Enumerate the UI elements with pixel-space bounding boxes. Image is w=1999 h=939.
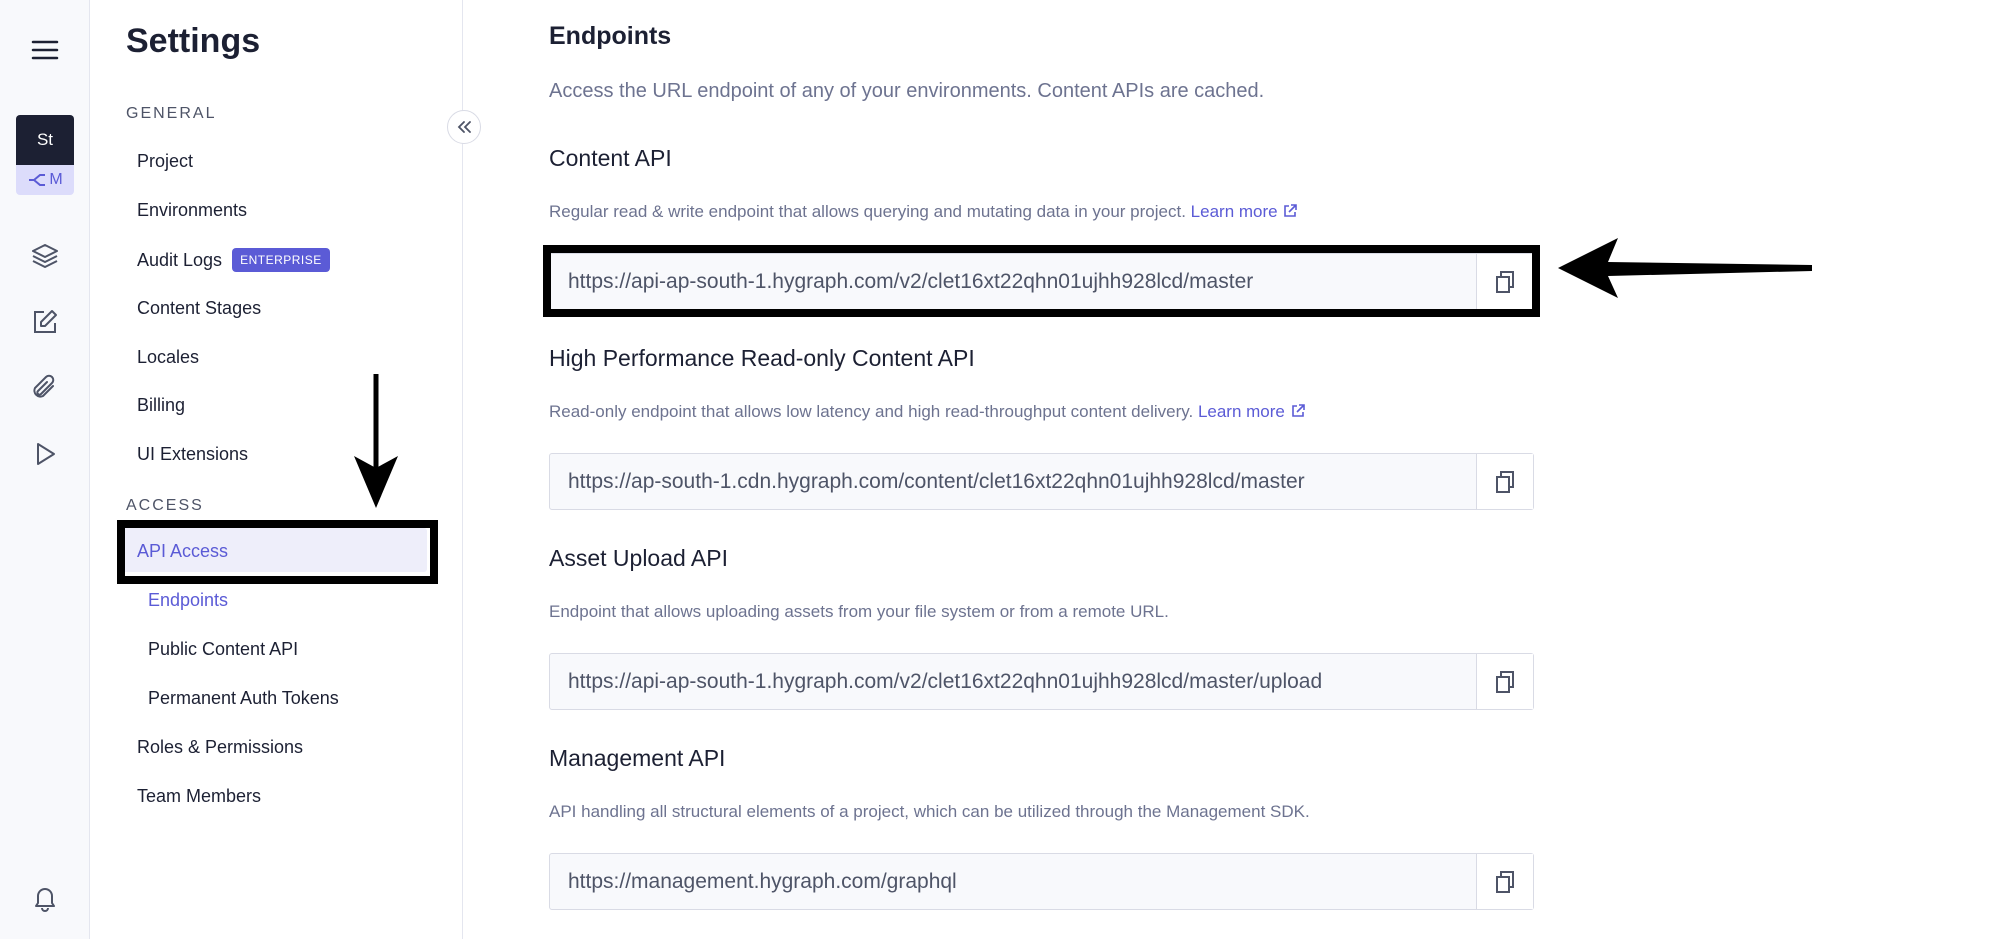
cdn-api-url-input[interactable]: [550, 454, 1476, 509]
sidebar-item-billing[interactable]: Billing: [137, 395, 185, 416]
sidebar-item-project[interactable]: Project: [137, 151, 193, 172]
play-icon[interactable]: [27, 436, 63, 472]
management-api-url-field: [549, 853, 1534, 910]
cdn-api-url-field: [549, 453, 1534, 510]
access-section-label: ACCESS: [126, 497, 204, 514]
layers-icon[interactable]: [27, 238, 63, 274]
management-api-url-input[interactable]: [550, 854, 1476, 909]
cdn-api-learn-more-link[interactable]: Learn more: [1198, 402, 1306, 421]
sidebar-item-permanent-auth-tokens[interactable]: Permanent Auth Tokens: [148, 688, 339, 709]
enterprise-badge: ENTERPRISE: [232, 248, 330, 272]
sidebar-item-public-content-api[interactable]: Public Content API: [148, 639, 298, 660]
cdn-api-copy-button[interactable]: [1476, 454, 1533, 509]
content-api-description: Regular read & write endpoint that allow…: [549, 202, 1298, 222]
branch-icon: [29, 174, 46, 186]
annotation-box-api-access: [117, 520, 438, 584]
copy-icon: [1496, 470, 1514, 493]
management-api-copy-button[interactable]: [1476, 854, 1533, 909]
page-intro: Access the URL endpoint of any of your e…: [549, 80, 1265, 102]
annotation-box-content-api: [543, 245, 1540, 317]
hamburger-menu-icon[interactable]: [27, 32, 63, 68]
sidebar-item-team-members[interactable]: Team Members: [137, 786, 261, 807]
cdn-api-description-text: Read-only endpoint that allows low laten…: [549, 402, 1194, 421]
sidebar-item-ui-extensions[interactable]: UI Extensions: [137, 444, 248, 465]
learn-more-label: Learn more: [1197, 402, 1285, 421]
cdn-api-description: Read-only endpoint that allows low laten…: [549, 402, 1306, 422]
sidebar-item-locales[interactable]: Locales: [137, 347, 199, 368]
settings-sidebar: Settings GENERAL Project Environments Au…: [91, 0, 463, 939]
icon-rail: St M: [0, 0, 90, 939]
management-api-title: Management API: [549, 745, 726, 771]
page-title: Endpoints: [549, 22, 672, 50]
annotation-arrow-left: [1558, 238, 1812, 298]
annotation-arrow-down: [354, 374, 398, 508]
asset-upload-api-url-field: [549, 653, 1534, 710]
management-api-description: API handling all structural elements of …: [549, 802, 1310, 821]
sidebar-item-endpoints[interactable]: Endpoints: [148, 590, 228, 611]
audit-logs-label: Audit Logs: [137, 250, 223, 270]
settings-title: Settings: [126, 22, 261, 60]
project-badge[interactable]: St: [16, 115, 74, 165]
main-content: Endpoints Access the URL endpoint of any…: [549, 0, 1999, 939]
learn-more-label: Learn more: [1190, 202, 1278, 221]
asset-upload-api-url-input[interactable]: [550, 654, 1476, 709]
edit-icon[interactable]: [27, 304, 63, 340]
content-api-learn-more-link[interactable]: Learn more: [1191, 202, 1299, 221]
paperclip-icon[interactable]: [27, 370, 63, 406]
double-chevron-left-icon: [457, 121, 471, 133]
project-initials: St: [36, 130, 54, 149]
cdn-api-title: High Performance Read-only Content API: [549, 345, 975, 371]
env-initial: M: [49, 171, 63, 188]
sidebar-item-content-stages[interactable]: Content Stages: [137, 298, 261, 319]
asset-upload-api-title: Asset Upload API: [549, 545, 728, 571]
sidebar-item-roles-permissions[interactable]: Roles & Permissions: [137, 737, 303, 758]
environment-badge[interactable]: M: [16, 165, 74, 195]
copy-icon: [1496, 670, 1514, 693]
bell-icon[interactable]: [27, 880, 63, 916]
copy-icon: [1496, 870, 1514, 893]
external-link-icon: [1291, 404, 1305, 417]
general-section-label: GENERAL: [126, 105, 217, 122]
asset-upload-api-copy-button[interactable]: [1476, 654, 1533, 709]
asset-upload-api-description: Endpoint that allows uploading assets fr…: [549, 602, 1169, 621]
collapse-sidebar-button[interactable]: [447, 110, 481, 144]
sidebar-item-audit-logs[interactable]: Audit Logs ENTERPRISE: [137, 248, 330, 272]
content-api-description-text: Regular read & write endpoint that allow…: [549, 202, 1186, 221]
content-api-title: Content API: [549, 145, 672, 171]
sidebar-item-environments[interactable]: Environments: [137, 200, 247, 221]
external-link-icon: [1284, 204, 1298, 217]
